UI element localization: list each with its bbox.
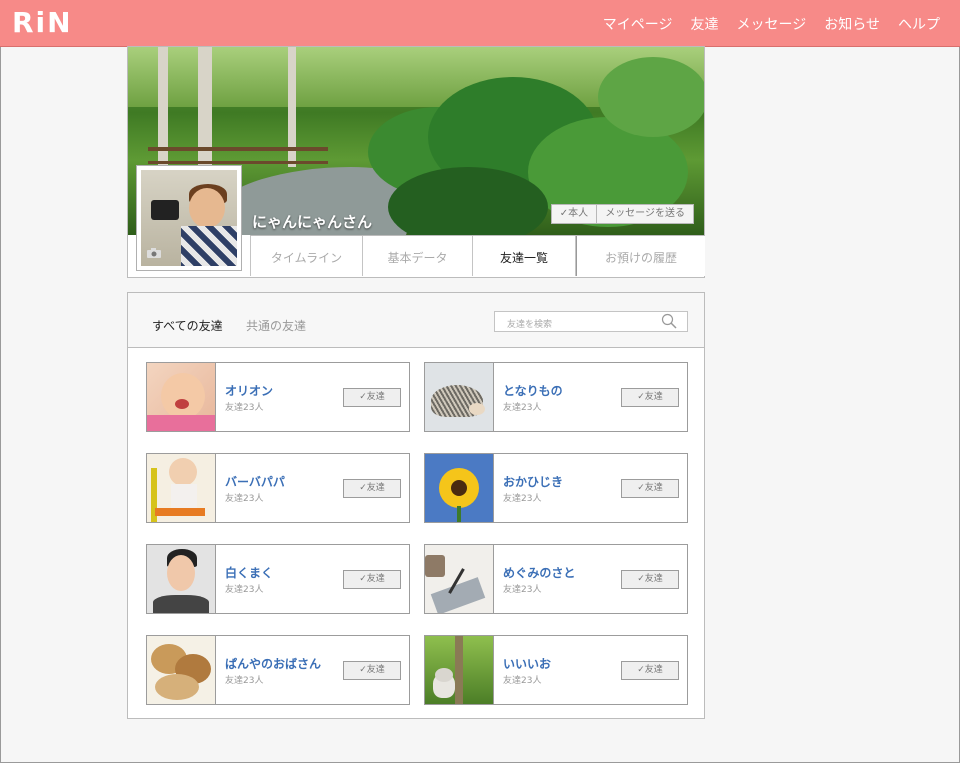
friend-name[interactable]: いいいお: [503, 655, 551, 672]
friend-card[interactable]: いいいお 友達23人 ✓友達: [424, 635, 688, 705]
friend-search-input[interactable]: [505, 315, 659, 335]
friend-photo[interactable]: [425, 454, 494, 522]
friend-photo[interactable]: [147, 363, 216, 431]
friend-card[interactable]: おかひじき 友達23人 ✓友達: [424, 453, 688, 523]
friend-count: 友達23人: [503, 403, 542, 413]
camera-icon[interactable]: [146, 247, 162, 259]
friend-search: [494, 311, 688, 335]
nav-notifications[interactable]: お知らせ: [824, 14, 880, 34]
friend-status-button[interactable]: ✓友達: [343, 388, 401, 407]
friend-photo[interactable]: [147, 636, 216, 704]
nav-mypage[interactable]: マイページ: [603, 14, 673, 34]
friend-card[interactable]: バーバパパ 友達23人 ✓友達: [146, 453, 410, 523]
profile-tabs: タイムライン 基本データ 友達一覧 お預けの履歴: [250, 235, 705, 277]
friend-status-button[interactable]: ✓友達: [621, 570, 679, 589]
friends-header: すべての友達 共通の友達: [128, 293, 704, 348]
tab-all-friends[interactable]: すべての友達: [152, 317, 223, 334]
friend-status-button[interactable]: ✓友達: [621, 388, 679, 407]
tab-friend-list[interactable]: 友達一覧: [473, 236, 576, 276]
friend-photo[interactable]: [425, 363, 494, 431]
friend-count: 友達23人: [503, 585, 542, 595]
friend-status-button[interactable]: ✓友達: [621, 479, 679, 498]
friend-count: 友達23人: [225, 676, 264, 686]
friend-name[interactable]: となりもの: [503, 382, 563, 399]
nav-friends[interactable]: 友達: [691, 14, 719, 34]
friend-photo[interactable]: [425, 545, 494, 613]
friend-name[interactable]: 白くまく: [225, 564, 273, 581]
friend-name[interactable]: おかひじき: [503, 473, 563, 490]
tab-history[interactable]: お預けの履歴: [576, 236, 705, 276]
tab-common-friends[interactable]: 共通の友達: [246, 317, 306, 334]
top-header: RiN マイページ 友達 メッセージ お知らせ ヘルプ: [0, 0, 960, 47]
friend-photo[interactable]: [147, 454, 216, 522]
send-message-button[interactable]: メッセージを送る: [597, 204, 694, 224]
friend-name[interactable]: ぱんやのおばさん: [225, 655, 321, 672]
friend-photo[interactable]: [147, 545, 216, 613]
tab-timeline[interactable]: タイムライン: [250, 236, 363, 276]
friend-name[interactable]: オリオン: [225, 382, 273, 399]
self-button[interactable]: ✓本人: [550, 204, 598, 224]
friend-status-button[interactable]: ✓友達: [343, 570, 401, 589]
friend-name[interactable]: バーバパパ: [225, 473, 285, 490]
nav-messages[interactable]: メッセージ: [737, 14, 807, 34]
profile-panel: にゃんにゃんさん ✓本人 メッセージを送る タイムライン 基本データ 友達一覧 …: [127, 46, 705, 278]
search-icon[interactable]: [661, 313, 677, 333]
friend-count: 友達23人: [503, 494, 542, 504]
friend-count: 友達23人: [225, 403, 264, 413]
friend-card[interactable]: ぱんやのおばさん 友達23人 ✓友達: [146, 635, 410, 705]
friends-panel: すべての友達 共通の友達 オリオン 友達23人 ✓友達 となりもの 友達23人 …: [127, 292, 705, 719]
friend-status-button[interactable]: ✓友達: [343, 479, 401, 498]
friend-count: 友達23人: [225, 494, 264, 504]
friend-photo[interactable]: [425, 636, 494, 704]
friend-card[interactable]: オリオン 友達23人 ✓友達: [146, 362, 410, 432]
friend-status-button[interactable]: ✓友達: [343, 661, 401, 680]
nav-help[interactable]: ヘルプ: [898, 14, 940, 34]
friend-count: 友達23人: [225, 585, 264, 595]
friend-card[interactable]: となりもの 友達23人 ✓友達: [424, 362, 688, 432]
profile-name: にゃんにゃんさん: [252, 213, 373, 231]
friend-name[interactable]: めぐみのさと: [503, 564, 575, 581]
friend-card[interactable]: 白くまく 友達23人 ✓友達: [146, 544, 410, 614]
tab-basic-data[interactable]: 基本データ: [363, 236, 473, 276]
friend-status-button[interactable]: ✓友達: [621, 661, 679, 680]
logo[interactable]: RiN: [12, 6, 73, 39]
main-nav: マイページ 友達 メッセージ お知らせ ヘルプ: [603, 14, 940, 34]
friend-card[interactable]: めぐみのさと 友達23人 ✓友達: [424, 544, 688, 614]
profile-actions: ✓本人 メッセージを送る: [550, 204, 694, 224]
friend-count: 友達23人: [503, 676, 542, 686]
